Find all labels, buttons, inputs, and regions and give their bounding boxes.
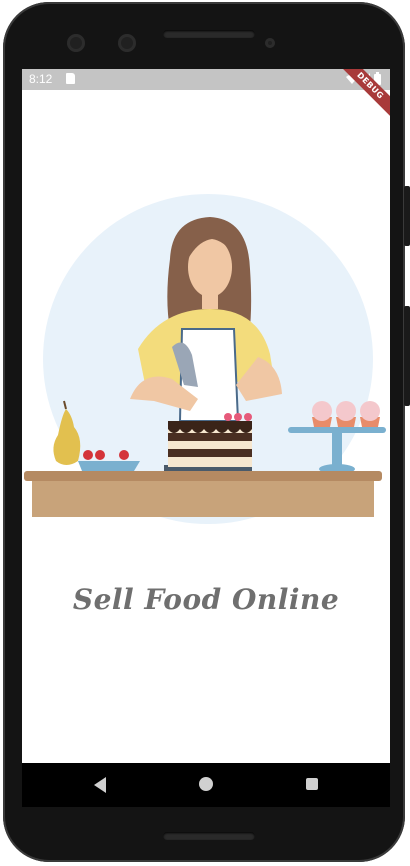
cake-layer-1	[168, 433, 252, 441]
status-time: 8:12	[29, 72, 53, 86]
recents-icon[interactable]	[306, 778, 318, 790]
earpiece-speaker	[163, 30, 255, 38]
app-tagline: Sell Food Online	[72, 583, 340, 616]
cake-layer-2	[168, 449, 252, 457]
power-button	[404, 186, 410, 246]
neck	[202, 289, 218, 309]
cupcake-stand-stem	[332, 433, 342, 465]
back-icon[interactable]	[94, 777, 106, 793]
app-screen: 8:12 DEBUG Sell Food Online	[22, 69, 390, 763]
cupcake-stand-top	[288, 427, 386, 433]
front-camera-left	[67, 34, 85, 52]
baker-illustration	[24, 194, 386, 524]
cherry-plate	[78, 461, 140, 471]
volume-button	[404, 306, 410, 406]
front-camera-right	[118, 34, 136, 52]
proximity-sensor	[265, 38, 275, 48]
navigation-bar	[22, 763, 390, 807]
home-icon[interactable]	[199, 777, 213, 791]
counter-body	[32, 481, 374, 517]
counter-top	[24, 471, 382, 481]
status-bar: 8:12	[22, 69, 390, 90]
bottom-speaker	[163, 832, 255, 840]
sd-card-icon	[66, 73, 75, 84]
